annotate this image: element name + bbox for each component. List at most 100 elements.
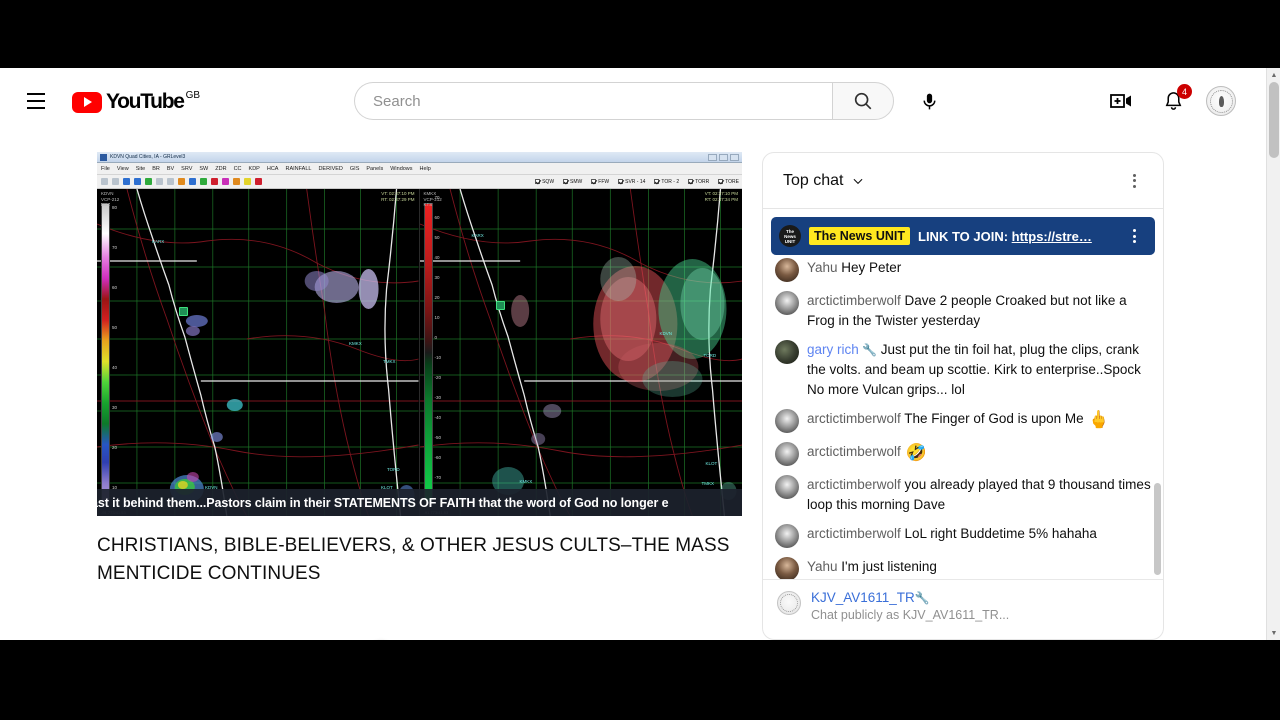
next-frame-icon[interactable]: [156, 178, 163, 185]
chat-scrollbar-thumb[interactable]: [1154, 483, 1161, 575]
checkbox-smw[interactable]: SMW: [563, 179, 582, 185]
radar-site-info-right: KMKX VCP-212 KTS: [424, 191, 442, 208]
chat-input-texts: KJV_AV1611_TR🔧 Chat publicly as KJV_AV16…: [811, 590, 1009, 629]
hamburger-menu-icon[interactable]: [16, 81, 56, 121]
scrollbar-up-arrow-icon[interactable]: ▲: [1267, 68, 1280, 82]
chat-message[interactable]: gary rich 🔧 Just put the tin foil hat, p…: [773, 335, 1157, 404]
radar-menu-item[interactable]: Site: [136, 166, 145, 172]
window-controls[interactable]: [708, 153, 739, 161]
radar-menu-item[interactable]: SRV: [181, 166, 192, 172]
text-tool-icon[interactable]: [244, 178, 251, 185]
warning-tool-icon[interactable]: [178, 178, 185, 185]
radar-menu-item[interactable]: GIS: [350, 166, 359, 172]
chat-message[interactable]: Yahu Hey Peter: [773, 253, 1157, 286]
masthead-left: YouTube GB: [0, 81, 200, 121]
chat-message-text: I'm just listening: [837, 559, 937, 574]
chat-author-avatar[interactable]: [775, 524, 799, 548]
browser-scrollbar[interactable]: ▲ ▼: [1266, 68, 1280, 640]
radar-menu-item[interactable]: DERIVED: [318, 166, 342, 172]
notifications-button[interactable]: 4: [1154, 82, 1192, 120]
pinned-message-menu-button[interactable]: [1119, 221, 1149, 251]
chat-author-avatar[interactable]: [775, 340, 799, 364]
funnel-tool-icon[interactable]: [222, 178, 229, 185]
chat-author-name[interactable]: arctictimberwolf: [807, 444, 901, 459]
radar-menubar[interactable]: File View Site BR BV SRV SW ZDR CC KDP H…: [97, 163, 742, 175]
search-input-box[interactable]: [354, 82, 833, 120]
triangle-tool-icon[interactable]: [200, 178, 207, 185]
chat-message[interactable]: arctictimberwolf Dave 2 people Croaked b…: [773, 286, 1157, 335]
voice-search-button[interactable]: [910, 82, 949, 120]
chat-message[interactable]: arctictimberwolf LoL right Buddetime 5% …: [773, 519, 1157, 552]
maximize-icon[interactable]: [719, 153, 728, 161]
chat-author-name[interactable]: arctictimberwolf: [807, 293, 901, 308]
chat-author-avatar[interactable]: [775, 258, 799, 282]
radar-menu-item[interactable]: ZDR: [215, 166, 226, 172]
search-submit-button[interactable]: [832, 82, 895, 120]
chat-author-avatar[interactable]: [775, 557, 799, 579]
search-input[interactable]: [373, 92, 833, 110]
radar-toolbar[interactable]: SQW SMW FFW SVR - 14 TOR - 2 TORR TORE: [97, 175, 742, 189]
chat-message[interactable]: arctictimberwolf 🤣: [773, 437, 1157, 470]
last-frame-icon[interactable]: [167, 178, 174, 185]
chat-message-text: Hey Peter: [837, 260, 902, 275]
chat-message[interactable]: arctictimberwolf The Finger of God is up…: [773, 404, 1157, 437]
chat-mode-selector[interactable]: Top chat: [783, 172, 865, 190]
radar-pane-reflectivity[interactable]: 80 70 60 50 40 30 20 10 KDVN VCP-212 DBZ: [97, 189, 420, 516]
radar-menu-item[interactable]: RAINFALL: [285, 166, 311, 172]
radar-menu-item[interactable]: Panels: [366, 166, 383, 172]
minimize-icon[interactable]: [708, 153, 717, 161]
box-tool-icon[interactable]: [255, 178, 262, 185]
play-icon[interactable]: [145, 178, 152, 185]
scrollbar-thumb[interactable]: [1269, 82, 1279, 158]
checkbox-svr[interactable]: SVR - 14: [618, 179, 645, 185]
radar-menu-item[interactable]: CC: [234, 166, 242, 172]
chat-author-name[interactable]: arctictimberwolf: [807, 477, 901, 492]
checkbox-tor[interactable]: TOR - 2: [654, 179, 679, 185]
chat-author-avatar[interactable]: [775, 291, 799, 315]
radar-menu-item[interactable]: BV: [167, 166, 174, 172]
checkbox-tore[interactable]: TORE: [718, 179, 739, 185]
chat-author-name[interactable]: Yahu: [807, 260, 838, 275]
video-player[interactable]: KDVN Quad Cities, IA - GRLevel3 File Vie…: [97, 152, 742, 516]
checkbox-sqw[interactable]: SQW: [535, 179, 554, 185]
pan-tool-icon[interactable]: [112, 178, 119, 185]
chat-options-button[interactable]: [1119, 166, 1149, 196]
youtube-logo[interactable]: YouTube GB: [72, 89, 200, 114]
pinned-message-banner[interactable]: The News UNIT The News UNIT LINK TO JOIN…: [771, 217, 1155, 255]
layers-tool-icon[interactable]: [189, 178, 196, 185]
radar-menu-item[interactable]: HCA: [267, 166, 279, 172]
first-frame-icon[interactable]: [123, 178, 130, 185]
avatar[interactable]: [1206, 86, 1236, 116]
radar-menu-item[interactable]: Help: [420, 166, 431, 172]
bar-tool-icon[interactable]: [233, 178, 240, 185]
create-video-button[interactable]: [1102, 82, 1140, 120]
radar-menu-item[interactable]: KDP: [249, 166, 260, 172]
radar-menu-item[interactable]: File: [101, 166, 110, 172]
chat-author-name[interactable]: gary rich: [807, 342, 859, 357]
pinned-message-link[interactable]: https://stre…: [1012, 229, 1092, 244]
chat-author-avatar[interactable]: [775, 475, 799, 499]
chat-message[interactable]: Yahu I'm just listening: [773, 552, 1157, 579]
chat-message-list[interactable]: Yahu Hey Peter arctictimberwolf Dave 2 pe…: [763, 253, 1163, 579]
page-title: CHRISTIANS, BIBLE-BELIEVERS, & OTHER JES…: [97, 535, 730, 584]
chat-author-avatar[interactable]: [775, 409, 799, 433]
chat-author-name[interactable]: arctictimberwolf: [807, 411, 901, 426]
radar-menu-item[interactable]: View: [117, 166, 129, 172]
chat-author-avatar[interactable]: [775, 442, 799, 466]
chat-input-row[interactable]: KJV_AV1611_TR🔧 Chat publicly as KJV_AV16…: [763, 579, 1163, 639]
chat-message[interactable]: arctictimberwolf you already played that…: [773, 470, 1157, 519]
circle-tool-icon[interactable]: [211, 178, 218, 185]
close-icon[interactable]: [730, 153, 739, 161]
checkbox-torr[interactable]: TORR: [688, 179, 709, 185]
cursor-tool-icon[interactable]: [101, 178, 108, 185]
radar-menu-item[interactable]: Windows: [390, 166, 412, 172]
chat-author-name[interactable]: Yahu: [807, 559, 838, 574]
radar-pane-velocity[interactable]: 70 60 50 40 30 20 10 0 -10 -20 -30 -40 -…: [419, 189, 742, 516]
scrollbar-down-arrow-icon[interactable]: ▼: [1267, 626, 1280, 640]
checkbox-ffw[interactable]: FFW: [591, 179, 609, 185]
chat-input-placeholder[interactable]: Chat publicly as KJV_AV1611_TR...: [811, 608, 1009, 622]
prev-frame-icon[interactable]: [134, 178, 141, 185]
radar-menu-item[interactable]: BR: [152, 166, 160, 172]
radar-menu-item[interactable]: SW: [199, 166, 208, 172]
chat-author-name[interactable]: arctictimberwolf: [807, 526, 901, 541]
